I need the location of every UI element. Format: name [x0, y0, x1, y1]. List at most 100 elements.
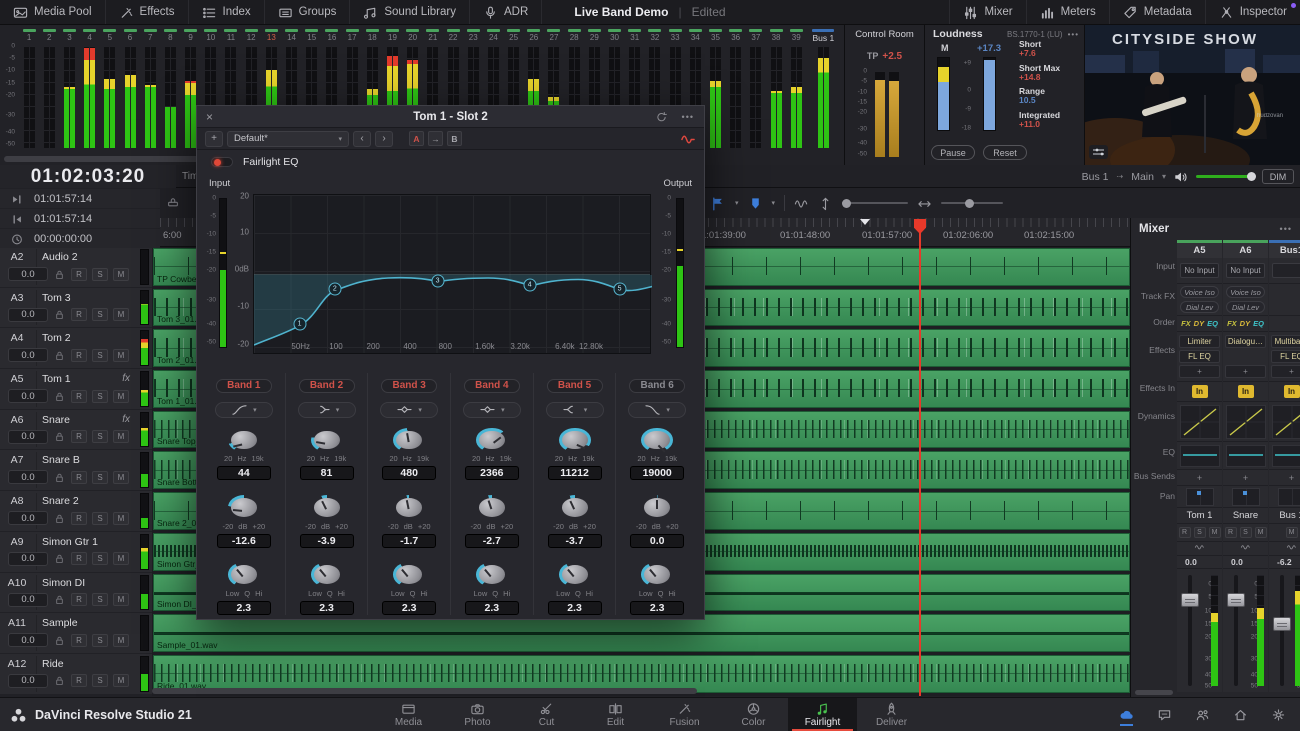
- prev-preset-button[interactable]: ‹: [353, 131, 371, 147]
- slider-handle[interactable]: [842, 199, 851, 208]
- band-shape-dropdown[interactable]: ▾: [215, 402, 273, 418]
- mixer-menu-icon[interactable]: •••: [1280, 224, 1292, 234]
- band-enable-button[interactable]: Band 6: [629, 379, 685, 393]
- eq-curve-plot[interactable]: 50Hz1002004008001.60k3.20k6.40k12.80k 12…: [253, 194, 651, 354]
- speaker-icon[interactable]: [1174, 170, 1188, 184]
- track-fader-value[interactable]: 0.0: [8, 389, 48, 403]
- band-enable-button[interactable]: Band 4: [464, 379, 520, 393]
- track-r-button[interactable]: R: [71, 268, 87, 281]
- frequency-knob[interactable]: [311, 428, 343, 453]
- strip-m-button[interactable]: M: [1286, 527, 1298, 538]
- marker-dropdown-icon[interactable]: ▾: [772, 199, 776, 207]
- zoom-horizontal-icon[interactable]: [917, 196, 932, 211]
- knob-dial[interactable]: [562, 498, 588, 517]
- monitor-volume-slider[interactable]: [1196, 175, 1254, 178]
- lock-icon[interactable]: [53, 512, 66, 525]
- eq-dialog-titlebar[interactable]: × Tom 1 - Slot 2 •••: [197, 106, 704, 128]
- band-shape-dropdown[interactable]: ▾: [380, 402, 438, 418]
- track-header-a4[interactable]: A4Tom 20.0RSM: [0, 328, 152, 368]
- track-r-button[interactable]: R: [71, 552, 87, 565]
- band-enable-button[interactable]: Band 1: [216, 379, 272, 393]
- track-header-a12[interactable]: A12Ride0.0RSM: [0, 654, 152, 694]
- page-tab-photo[interactable]: Photo: [443, 698, 512, 731]
- trackfx-dial-lev[interactable]: Dial Lev: [1226, 301, 1265, 313]
- track-s-button[interactable]: S: [92, 430, 108, 443]
- monitor-destination[interactable]: Main: [1131, 171, 1154, 183]
- history-icon[interactable]: [655, 110, 668, 123]
- gain-knob[interactable]: [641, 495, 673, 520]
- reset-button[interactable]: Reset: [983, 145, 1027, 160]
- knob-dial[interactable]: [396, 565, 422, 584]
- eq-band-handle-1[interactable]: 1: [293, 317, 306, 330]
- eq-dialog-menu-icon[interactable]: •••: [682, 112, 694, 122]
- track-fader-value[interactable]: 0.0: [8, 267, 48, 281]
- track-r-button[interactable]: R: [71, 471, 87, 484]
- frequency-knob[interactable]: [476, 428, 508, 453]
- ab-copy-button[interactable]: →: [428, 131, 443, 146]
- lock-icon[interactable]: [53, 552, 66, 565]
- track-header-a7[interactable]: A7Snare B0.0RSM: [0, 450, 152, 490]
- knob-dial[interactable]: [231, 565, 257, 584]
- settings-icon[interactable]: [1271, 707, 1286, 722]
- track-s-button[interactable]: S: [92, 634, 108, 647]
- track-s-button[interactable]: S: [92, 512, 108, 525]
- close-icon[interactable]: ×: [206, 110, 213, 124]
- add-effect-button[interactable]: +: [1225, 365, 1266, 378]
- add-effect-button[interactable]: +: [1179, 365, 1220, 378]
- input-selector[interactable]: No Input: [1180, 263, 1219, 278]
- track-fader-value[interactable]: 0.0: [8, 308, 48, 322]
- knob-dial[interactable]: [314, 565, 340, 584]
- next-preset-button[interactable]: ›: [375, 131, 393, 147]
- toolbar-button-inspector[interactable]: Inspector: [1205, 0, 1300, 24]
- trackfx-voice-iso[interactable]: Voice Iso: [1226, 286, 1265, 298]
- gain-knob[interactable]: [311, 495, 343, 520]
- gain-value[interactable]: -2.7: [465, 534, 519, 548]
- slider-handle[interactable]: [965, 199, 974, 208]
- gain-value[interactable]: -3.9: [300, 534, 354, 548]
- eq-graph[interactable]: [1272, 445, 1300, 467]
- track-s-button[interactable]: S: [92, 349, 108, 362]
- fader-handle[interactable]: [1273, 617, 1291, 631]
- track-r-button[interactable]: R: [71, 430, 87, 443]
- lock-icon[interactable]: [53, 308, 66, 321]
- dynamics-graph[interactable]: [1272, 405, 1300, 439]
- trackfx-dial-lev[interactable]: Dial Lev: [1180, 301, 1219, 313]
- track-r-button[interactable]: R: [71, 674, 87, 687]
- knob-dial[interactable]: [479, 565, 505, 584]
- fader-handle[interactable]: [1181, 593, 1199, 607]
- knob-dial[interactable]: [479, 431, 505, 450]
- pan-control[interactable]: [1232, 488, 1260, 506]
- lock-icon[interactable]: [53, 471, 66, 484]
- track-header-a10[interactable]: A10Simon DI0.0RSM: [0, 573, 152, 613]
- input-selector[interactable]: No Input: [1226, 263, 1265, 278]
- page-tab-fusion[interactable]: Fusion: [650, 698, 719, 731]
- skip-end-icon[interactable]: [0, 192, 34, 206]
- plugin-bypass-toggle[interactable]: [211, 157, 233, 167]
- track-m-button[interactable]: M: [113, 390, 129, 403]
- track-height-slider[interactable]: [842, 202, 908, 204]
- track-r-button[interactable]: R: [71, 390, 87, 403]
- track-s-button[interactable]: S: [92, 674, 108, 687]
- gain-knob[interactable]: [559, 495, 591, 520]
- band-shape-dropdown[interactable]: ▾: [298, 402, 356, 418]
- knob-dial[interactable]: [644, 498, 670, 517]
- page-tab-color[interactable]: Color: [719, 698, 788, 731]
- toolbar-button-index[interactable]: Index: [189, 0, 265, 24]
- pan-control[interactable]: [1186, 488, 1214, 506]
- eq-band-handle-2[interactable]: 2: [328, 283, 341, 296]
- track-header-a11[interactable]: A11Sample0.0RSM: [0, 613, 152, 653]
- skip-start-icon[interactable]: [0, 212, 34, 226]
- frequency-knob[interactable]: [641, 428, 673, 453]
- q-knob[interactable]: [559, 562, 591, 587]
- toolbar-button-mixer[interactable]: Mixer: [949, 0, 1025, 24]
- page-tab-fairlight[interactable]: Fairlight: [788, 698, 857, 731]
- eq-graph[interactable]: [1226, 445, 1266, 467]
- band-shape-dropdown[interactable]: ▾: [546, 402, 604, 418]
- frequency-value[interactable]: 2366: [465, 466, 519, 480]
- dim-button[interactable]: DIM: [1262, 169, 1294, 184]
- knob-dial[interactable]: [562, 431, 588, 450]
- track-s-button[interactable]: S: [92, 308, 108, 321]
- knob-dial[interactable]: [562, 565, 588, 584]
- track-s-button[interactable]: S: [92, 268, 108, 281]
- flag-icon[interactable]: [711, 196, 726, 211]
